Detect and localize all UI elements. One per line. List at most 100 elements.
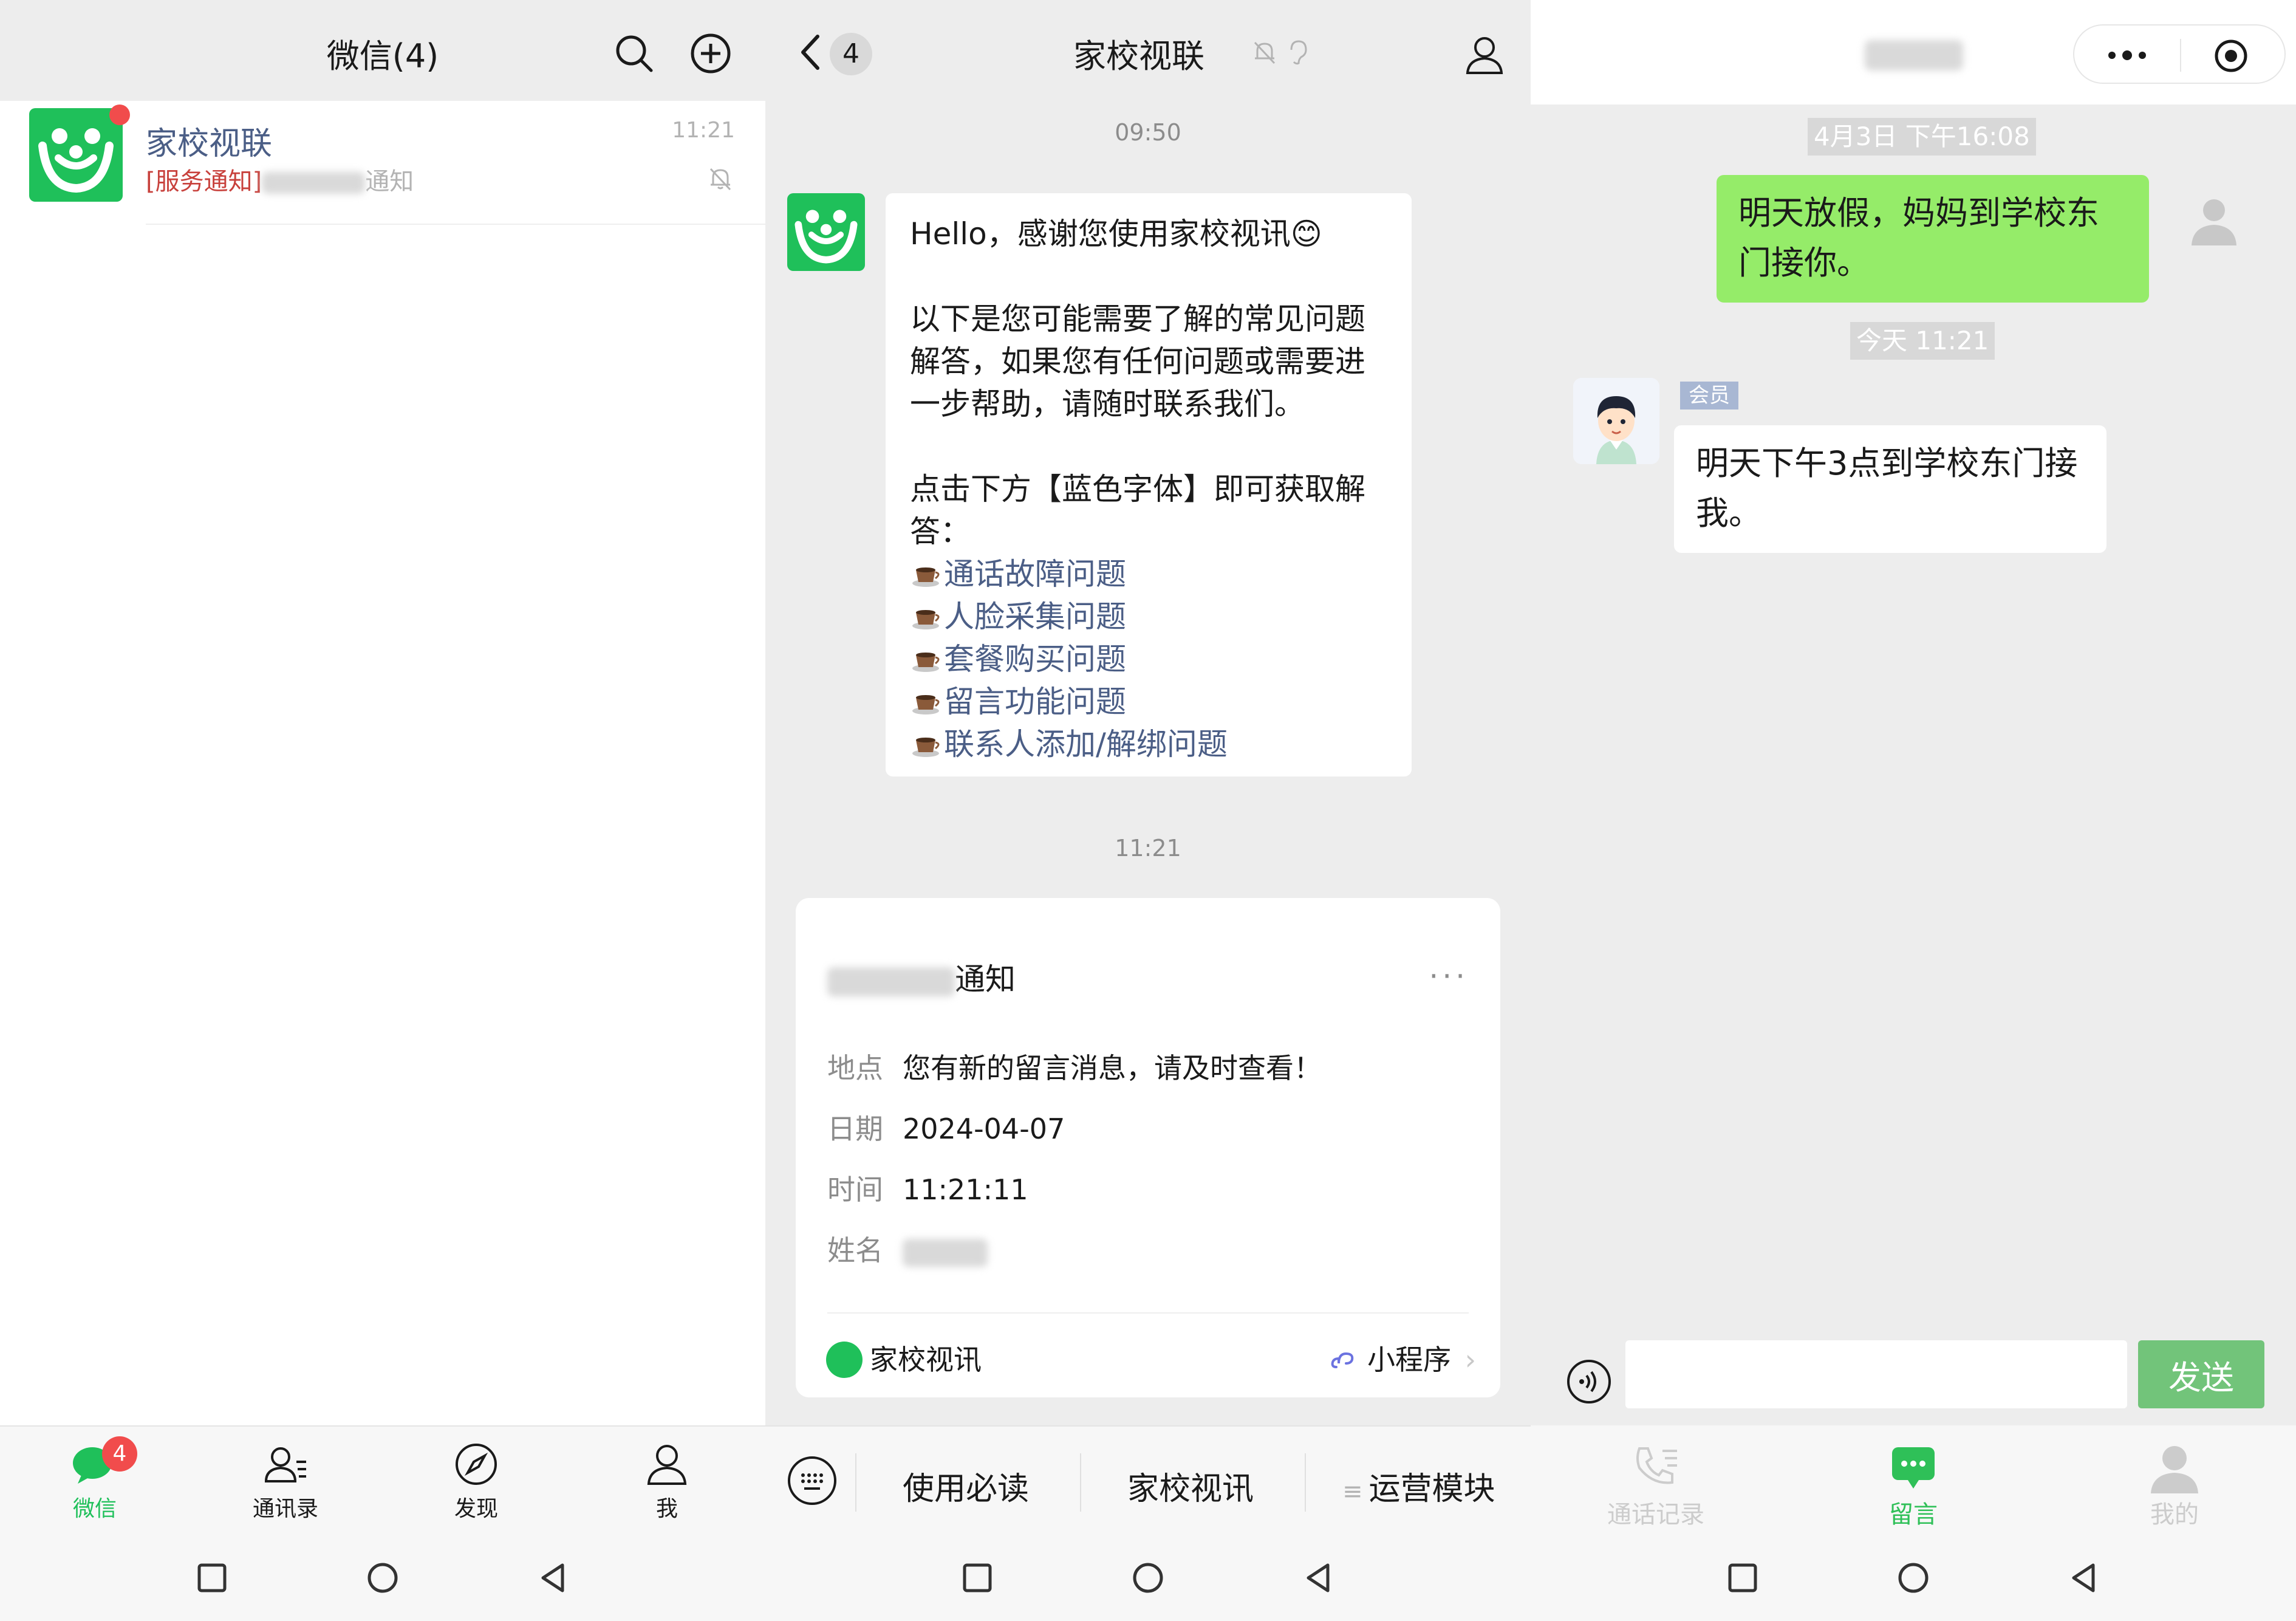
page-title: 家校视联 xyxy=(1073,37,1204,75)
message-timestamp: 11:21 xyxy=(1115,835,1181,862)
home-circle-icon[interactable] xyxy=(1127,1557,1169,1599)
tab-mine[interactable]: 我的 xyxy=(2096,1440,2253,1530)
intro-text: 以下是您可能需要了解的常见问题解答，如果您有任何问题或需要进一步帮助，请随时联系… xyxy=(910,301,1365,422)
card-row-time: 时间 11:21:11 xyxy=(827,1173,1028,1206)
compass-icon xyxy=(456,1444,497,1485)
blurred-text xyxy=(262,172,366,194)
tab-label: 微信 xyxy=(72,1496,117,1521)
tab-label: 通讯录 xyxy=(252,1496,318,1521)
message-timestamp: 今天 11:21 xyxy=(1850,322,1995,360)
blurred-title xyxy=(1865,40,1963,70)
back-triangle-icon[interactable] xyxy=(2063,1557,2105,1599)
home-circle-icon[interactable] xyxy=(1892,1557,1935,1599)
family-logo-icon xyxy=(29,108,123,202)
service-tag: [服务通知] xyxy=(146,168,262,196)
divider xyxy=(146,224,765,225)
divider xyxy=(2180,39,2181,72)
tab-label: 我的 xyxy=(2150,1501,2199,1529)
close-target-icon[interactable] xyxy=(2212,36,2250,75)
home-circle-icon[interactable] xyxy=(361,1557,404,1599)
faq-link[interactable]: 套餐购买问题 xyxy=(910,638,1387,680)
divider xyxy=(1305,1453,1306,1512)
menu-bar: 使用必读 家校视讯 ≡ 运营模块 xyxy=(765,1425,1531,1532)
tab-label: 留言 xyxy=(1889,1501,1938,1529)
received-message-bubble: 明天下午3点到学校东门接我。 xyxy=(1674,425,2106,553)
coffee-cup-icon xyxy=(912,695,940,715)
more-dots-icon[interactable] xyxy=(2100,40,2154,70)
faq-link[interactable]: 留言功能问题 xyxy=(910,680,1387,723)
tab-label: 我 xyxy=(655,1496,678,1521)
tab-me[interactable]: 我 xyxy=(606,1439,728,1523)
voice-icon[interactable] xyxy=(1565,1357,1613,1406)
notification-card[interactable]: 通知 ··· 地点 您有新的留言消息，请及时查看！ 日期 2024-04-07 时间… xyxy=(796,898,1500,1397)
person-icon xyxy=(647,1445,687,1485)
header: 微信(4) xyxy=(0,0,765,101)
tab-label: 发现 xyxy=(454,1496,498,1521)
back-triangle-icon[interactable] xyxy=(1297,1557,1340,1599)
family-logo-icon xyxy=(826,1342,863,1378)
chevron-right-icon: › xyxy=(1464,1343,1476,1376)
card-title: 通知 xyxy=(827,955,1016,999)
message-timestamp: 09:50 xyxy=(1115,119,1181,146)
phone-log-icon xyxy=(1636,1447,1677,1484)
account-avatar-icon[interactable] xyxy=(787,193,865,271)
search-icon[interactable] xyxy=(610,29,658,78)
chat-time: 11:21 xyxy=(672,118,735,143)
keyboard-icon[interactable] xyxy=(785,1453,839,1508)
official-account-chat-panel: 4 家校视联 09:50 Hello，感谢您使用家校视讯😊 以下是您可能需要了解… xyxy=(765,0,1531,1621)
more-dots-icon[interactable]: ··· xyxy=(1429,959,1469,994)
recents-square-icon[interactable] xyxy=(1721,1557,1764,1599)
recents-square-icon[interactable] xyxy=(956,1557,999,1599)
message-input[interactable] xyxy=(1625,1340,2127,1408)
coffee-cup-icon xyxy=(912,610,940,629)
tab-discover[interactable]: 发现 xyxy=(415,1439,537,1523)
wechat-chat-list-panel: 微信(4) 家校视联 [服务通知] 通知 11:21 4 微信 通讯录 发现 我 xyxy=(0,0,765,1621)
user-avatar-icon xyxy=(2192,199,2236,245)
header xyxy=(1531,0,2296,105)
card-row-location: 地点 您有新的留言消息，请及时查看！ xyxy=(827,1052,1322,1085)
tab-messages[interactable]: 留言 xyxy=(1834,1440,1992,1530)
submenu-lines-icon: ≡ xyxy=(1342,1478,1363,1506)
input-bar: 发送 xyxy=(1531,1331,2296,1425)
welcome-message-bubble: Hello，感谢您使用家校视讯😊 以下是您可能需要了解的常见问题解答，如果您有任… xyxy=(886,193,1412,776)
card-source[interactable]: 家校视讯 xyxy=(826,1338,982,1378)
greeting-text: Hello，感谢您使用家校视讯😊 xyxy=(910,216,1322,252)
tab-label: 通话记录 xyxy=(1607,1501,1704,1529)
system-nav-bar xyxy=(0,1532,765,1621)
coffee-cup-icon xyxy=(912,567,940,587)
tab-wechat[interactable]: 4 微信 xyxy=(34,1436,155,1523)
ear-icon xyxy=(1290,40,1307,65)
child-avatar-icon xyxy=(1573,378,1659,464)
header: 4 家校视联 xyxy=(765,0,1531,101)
menu-item-operations[interactable]: ≡ 运营模块 xyxy=(1342,1463,1495,1509)
coffee-cup-icon xyxy=(912,738,940,757)
profile-icon[interactable] xyxy=(1460,30,1509,79)
faq-link[interactable]: 人脸采集问题 xyxy=(910,595,1387,638)
add-icon[interactable] xyxy=(686,29,735,78)
unread-dot xyxy=(109,105,130,125)
menu-item-guide[interactable]: 使用必读 xyxy=(903,1463,1029,1509)
prompt-text: 点击下方【蓝色字体】即可获取解答： xyxy=(910,471,1365,549)
chat-list-item[interactable]: 家校视联 [服务通知] 通知 11:21 xyxy=(0,101,765,225)
tab-contacts[interactable]: 通讯录 xyxy=(225,1439,346,1523)
unread-badge: 4 xyxy=(102,1436,137,1472)
menu-item-app[interactable]: 家校视讯 xyxy=(1127,1463,1254,1509)
faq-link[interactable]: 通话故障问题 xyxy=(910,553,1387,595)
miniprogram-link[interactable]: 小程序 › xyxy=(1328,1338,1476,1378)
message-bubble-icon xyxy=(1892,1447,1935,1489)
recents-square-icon[interactable] xyxy=(191,1557,233,1599)
divider xyxy=(1080,1453,1081,1512)
contacts-icon xyxy=(264,1447,306,1482)
message-timestamp: 4月3日 下午16:08 xyxy=(1808,118,2036,156)
mute-bell-icon xyxy=(709,168,731,191)
bottom-tab-bar: 通话记录 留言 我的 xyxy=(1531,1425,2296,1532)
faq-link[interactable]: 联系人添加/解绑问题 xyxy=(910,723,1387,766)
blurred-text xyxy=(827,967,955,996)
member-tag: 会员 xyxy=(1680,382,1738,410)
sent-message-bubble: 明天放假，妈妈到学校东门接你。 xyxy=(1717,175,2149,303)
send-button[interactable]: 发送 xyxy=(2138,1340,2264,1408)
card-row-name: 姓名 xyxy=(827,1229,988,1269)
back-triangle-icon[interactable] xyxy=(532,1557,575,1599)
card-row-date: 日期 2024-04-07 xyxy=(827,1112,1065,1145)
tab-call-history[interactable]: 通话记录 xyxy=(1577,1440,1735,1530)
